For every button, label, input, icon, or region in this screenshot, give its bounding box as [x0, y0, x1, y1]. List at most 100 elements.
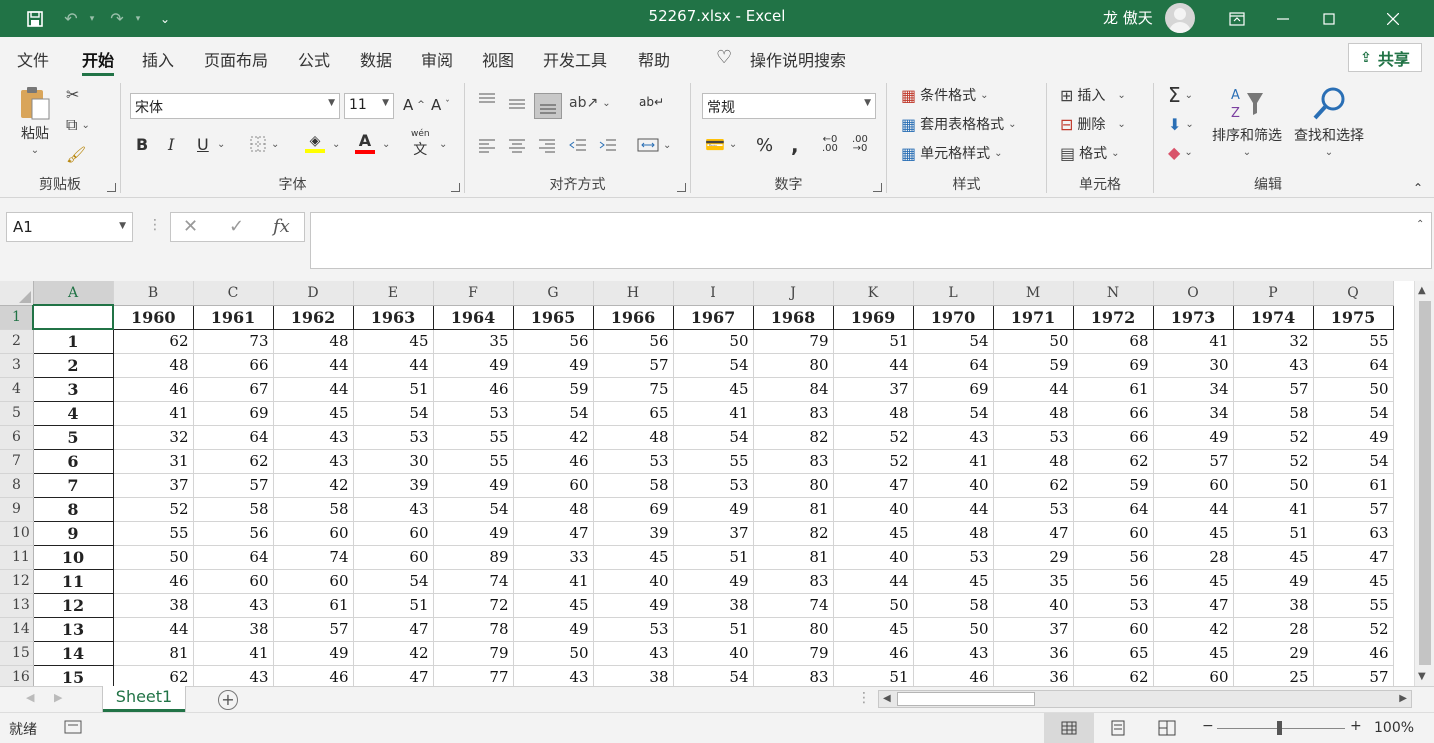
column-header-c[interactable]: C [193, 281, 274, 306]
data-cell[interactable]: 58 [193, 497, 274, 522]
year-header-cell[interactable]: 1960 [113, 305, 194, 330]
index-cell[interactable]: 5 [33, 425, 114, 450]
column-header-m[interactable]: M [993, 281, 1074, 306]
data-cell[interactable]: 39 [353, 473, 434, 498]
data-cell[interactable]: 53 [1073, 593, 1154, 618]
data-cell[interactable]: 63 [1313, 521, 1394, 546]
data-cell[interactable]: 53 [993, 497, 1074, 522]
data-cell[interactable]: 45 [913, 569, 994, 594]
data-cell[interactable]: 32 [1233, 329, 1314, 354]
number-format-combo[interactable]: 常规 ▼ [702, 93, 876, 119]
data-cell[interactable]: 48 [113, 353, 194, 378]
data-cell[interactable]: 60 [273, 521, 354, 546]
fill-color-dropdown-icon[interactable]: ⌄ [332, 139, 340, 150]
data-cell[interactable]: 52 [1233, 425, 1314, 450]
italic-button[interactable]: I [168, 135, 174, 154]
formula-input[interactable] [310, 212, 1432, 269]
data-cell[interactable]: 57 [193, 473, 274, 498]
fill-icon[interactable]: ⬇ ⌄ [1168, 115, 1194, 134]
data-cell[interactable]: 48 [993, 401, 1074, 426]
data-cell[interactable]: 62 [1073, 449, 1154, 474]
year-header-cell[interactable]: 1969 [833, 305, 914, 330]
data-cell[interactable]: 45 [833, 617, 914, 642]
data-cell[interactable]: 57 [1233, 377, 1314, 402]
year-header-cell[interactable]: 1968 [753, 305, 834, 330]
index-cell[interactable]: 7 [33, 473, 114, 498]
year-header-cell[interactable]: 1971 [993, 305, 1074, 330]
data-cell[interactable]: 55 [673, 449, 754, 474]
data-cell[interactable]: 54 [1313, 401, 1394, 426]
data-cell[interactable]: 45 [1313, 569, 1394, 594]
next-sheet-icon[interactable]: ▶ [54, 691, 62, 704]
horizontal-scrollbar[interactable]: ◀ ▶ [878, 690, 1412, 708]
align-left-icon[interactable] [477, 137, 497, 153]
data-cell[interactable]: 42 [273, 473, 354, 498]
data-cell[interactable]: 43 [1233, 353, 1314, 378]
new-sheet-icon[interactable]: + [218, 690, 238, 710]
insert-cells-button[interactable]: ⊞ 插入 ⌄ [1060, 85, 1126, 105]
data-cell[interactable]: 66 [1073, 401, 1154, 426]
data-cell[interactable]: 42 [353, 641, 434, 666]
data-cell[interactable]: 64 [193, 425, 274, 450]
data-cell[interactable]: 60 [1153, 473, 1234, 498]
row-header[interactable]: 9 [0, 497, 34, 522]
data-cell[interactable]: 56 [593, 329, 674, 354]
data-cell[interactable]: 54 [913, 401, 994, 426]
data-cell[interactable]: 55 [1313, 593, 1394, 618]
data-cell[interactable]: 79 [753, 329, 834, 354]
tab-insert[interactable]: 插入 [142, 47, 174, 71]
data-cell[interactable]: 64 [1073, 497, 1154, 522]
data-cell[interactable]: 36 [993, 665, 1074, 686]
data-cell[interactable]: 46 [913, 665, 994, 686]
percent-style-button[interactable]: % [756, 135, 773, 156]
year-header-cell[interactable]: 1972 [1073, 305, 1154, 330]
data-cell[interactable]: 62 [113, 665, 194, 686]
data-cell[interactable]: 30 [353, 449, 434, 474]
year-header-cell[interactable]: 1973 [1153, 305, 1234, 330]
decrease-indent-icon[interactable] [568, 137, 588, 153]
number-launcher-icon[interactable] [873, 183, 882, 192]
data-cell[interactable]: 52 [1233, 449, 1314, 474]
zoom-level[interactable]: 100% [1374, 720, 1414, 736]
data-cell[interactable]: 25 [1233, 665, 1314, 686]
data-cell[interactable]: 39 [593, 521, 674, 546]
minimize-icon[interactable] [1260, 0, 1306, 37]
data-cell[interactable]: 43 [193, 593, 274, 618]
sheet-tab-sheet1[interactable]: Sheet1 [103, 686, 185, 712]
data-cell[interactable]: 43 [913, 425, 994, 450]
user-name[interactable]: 龙 傲天 [1103, 7, 1153, 28]
align-center-icon[interactable] [507, 137, 527, 153]
align-middle-icon[interactable] [507, 95, 527, 111]
data-cell[interactable]: 67 [193, 377, 274, 402]
cell-a1[interactable] [32, 304, 114, 330]
data-cell[interactable]: 42 [1153, 617, 1234, 642]
data-cell[interactable]: 50 [833, 593, 914, 618]
data-cell[interactable]: 49 [1153, 425, 1234, 450]
tab-home[interactable]: 开始 [82, 47, 115, 76]
data-cell[interactable]: 54 [913, 329, 994, 354]
column-header-p[interactable]: P [1233, 281, 1314, 306]
data-cell[interactable]: 51 [673, 617, 754, 642]
data-cell[interactable]: 45 [1153, 641, 1234, 666]
data-cell[interactable]: 48 [913, 521, 994, 546]
data-cell[interactable]: 60 [193, 569, 274, 594]
data-cell[interactable]: 60 [353, 545, 434, 570]
data-cell[interactable]: 44 [913, 497, 994, 522]
data-cell[interactable]: 40 [913, 473, 994, 498]
data-cell[interactable]: 45 [1233, 545, 1314, 570]
data-cell[interactable]: 45 [513, 593, 594, 618]
index-cell[interactable]: 13 [33, 617, 114, 642]
data-cell[interactable]: 57 [1153, 449, 1234, 474]
column-header-h[interactable]: H [593, 281, 674, 306]
data-cell[interactable]: 80 [753, 473, 834, 498]
data-cell[interactable]: 51 [673, 545, 754, 570]
data-cell[interactable]: 37 [113, 473, 194, 498]
data-cell[interactable]: 51 [833, 665, 914, 686]
data-cell[interactable]: 69 [593, 497, 674, 522]
alignment-launcher-icon[interactable] [677, 183, 686, 192]
data-cell[interactable]: 65 [593, 401, 674, 426]
data-cell[interactable]: 54 [1313, 449, 1394, 474]
data-cell[interactable]: 58 [1233, 401, 1314, 426]
data-cell[interactable]: 82 [753, 425, 834, 450]
format-as-table-button[interactable]: ▦ 套用表格格式 ⌄ [901, 114, 1017, 134]
